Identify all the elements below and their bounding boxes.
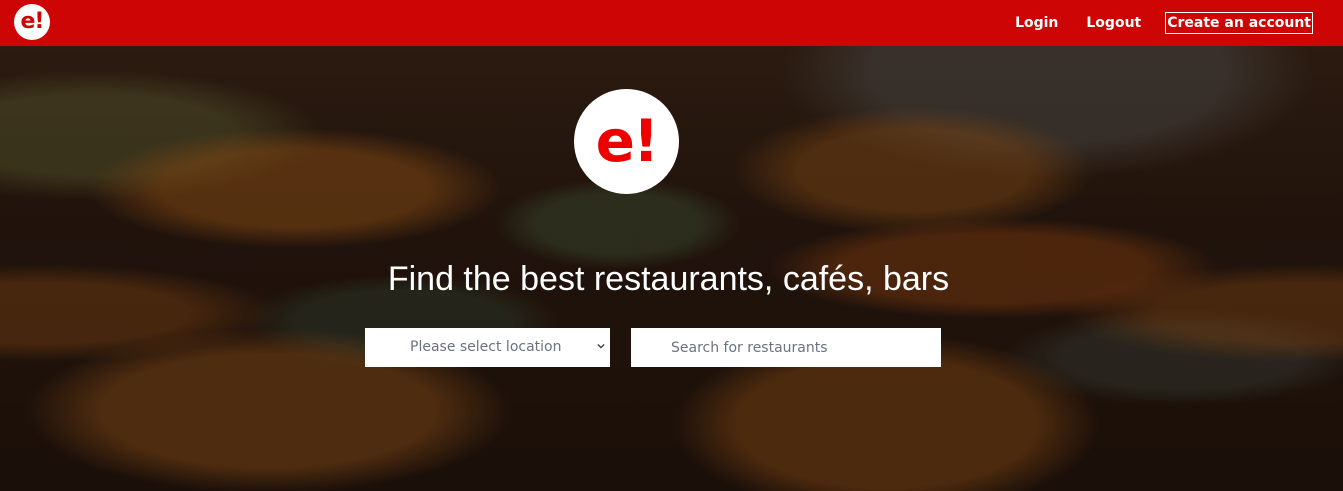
chevron-down-icon <box>597 343 605 349</box>
search-input[interactable] <box>631 328 941 367</box>
login-link[interactable]: Login <box>1015 15 1058 31</box>
create-account-button[interactable]: Create an account <box>1165 12 1313 34</box>
location-select-value: Please select location <box>410 339 562 355</box>
brand-logo[interactable]: e! <box>14 4 50 40</box>
logout-link[interactable]: Logout <box>1086 15 1141 31</box>
location-select[interactable]: Please select location <box>365 328 610 367</box>
hero-title: Find the best restaurants, cafés, bars <box>387 260 950 298</box>
hero-banner: e! Find the best restaurants, cafés, bar… <box>0 46 1343 491</box>
search-box[interactable] <box>631 328 941 367</box>
nav-links: Login Logout Create an account <box>1015 0 1313 46</box>
top-navbar: e! Login Logout Create an account <box>0 0 1343 46</box>
hero-logo: e! <box>574 89 679 194</box>
